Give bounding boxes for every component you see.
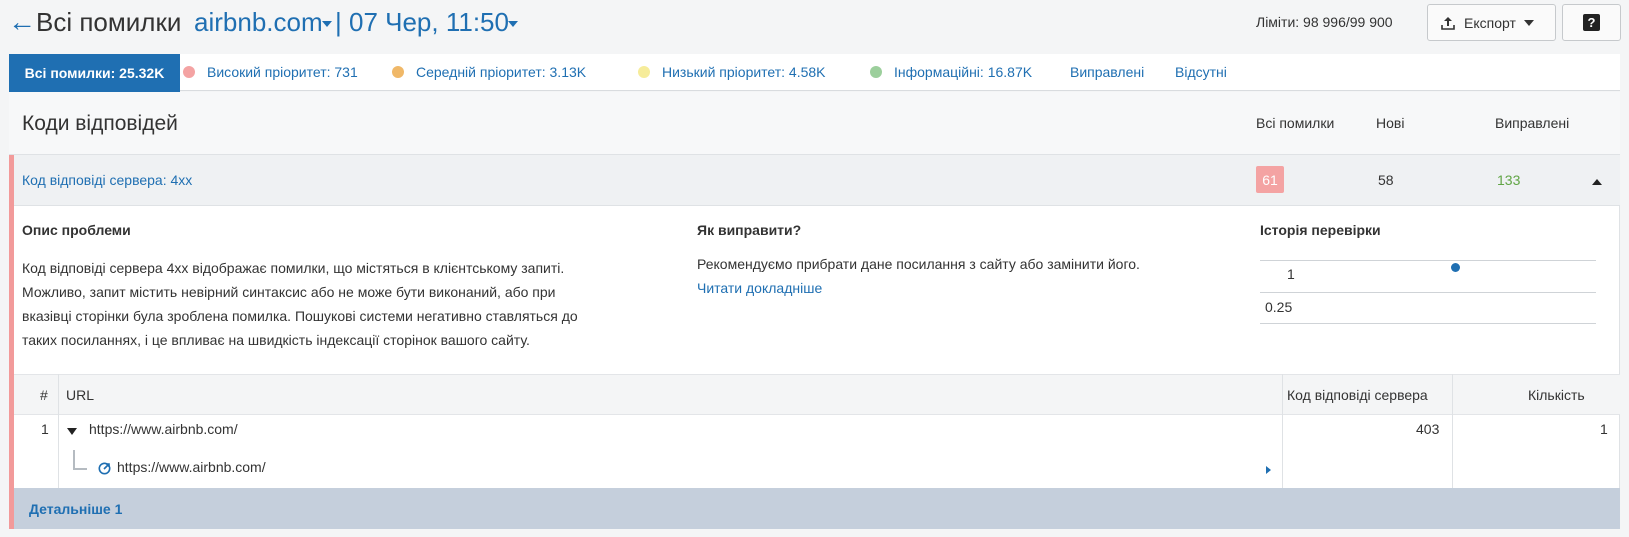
collapse-caret-icon[interactable] bbox=[1592, 179, 1602, 185]
domain-selector[interactable]: airbnb.com bbox=[194, 7, 323, 38]
expand-row-caret-icon[interactable] bbox=[67, 428, 77, 435]
description-line: таких посиланнях, і це впливає на швидкі… bbox=[22, 332, 530, 348]
col-header-fixed: Виправлені bbox=[1495, 115, 1570, 131]
high-priority-dot-icon bbox=[183, 66, 195, 78]
help-icon: ? bbox=[1583, 14, 1600, 31]
tree-connector bbox=[73, 450, 87, 470]
date-selector[interactable]: 07 Чер, 11:50 bbox=[349, 7, 509, 38]
tab-informational[interactable]: Інформаційні: 16.87K bbox=[870, 64, 1032, 80]
priority-indicator-bar bbox=[9, 155, 14, 529]
history-value: 1 bbox=[1287, 266, 1295, 282]
history-point[interactable] bbox=[1451, 263, 1460, 272]
col-header-count[interactable]: Кількість bbox=[1528, 387, 1585, 403]
upload-icon bbox=[1441, 16, 1455, 30]
details-more-link[interactable]: Детальніше 1 bbox=[29, 501, 122, 517]
history-gridline bbox=[1260, 260, 1596, 261]
row-count: 1 bbox=[1600, 421, 1608, 437]
description-line: Код відповіді сервера 4xx відображає пом… bbox=[22, 260, 565, 276]
external-link-icon[interactable] bbox=[98, 462, 111, 475]
chevron-down-icon[interactable] bbox=[322, 21, 332, 27]
description-line: вказівці сторінки була зроблена помилка.… bbox=[22, 308, 578, 324]
chevron-down-icon bbox=[1523, 19, 1534, 26]
new-count: 58 bbox=[1378, 172, 1394, 188]
col-header-new: Нові bbox=[1376, 115, 1405, 131]
tab-fixed[interactable]: Виправлені bbox=[1070, 64, 1144, 80]
tab-all-errors[interactable]: Всі помилки: 25.32K bbox=[9, 54, 180, 92]
issue-name-link[interactable]: Код відповіді сервера: 4xx bbox=[22, 172, 192, 188]
tab-label: Низький пріоритет: 4.58K bbox=[662, 64, 826, 80]
column-divider bbox=[1452, 374, 1453, 488]
tab-low-priority[interactable]: Низький пріоритет: 4.58K bbox=[638, 64, 826, 80]
page-title: Всі помилки bbox=[36, 7, 182, 37]
how-to-fix-heading: Як виправити? bbox=[697, 222, 802, 238]
info-dot-icon bbox=[870, 66, 882, 78]
read-more-link[interactable]: Читати докладніше bbox=[697, 280, 822, 296]
description-heading: Опис проблеми bbox=[22, 222, 131, 238]
chevron-down-icon[interactable] bbox=[508, 21, 518, 27]
card-title: Коди відповідей bbox=[22, 112, 178, 135]
column-divider bbox=[58, 374, 59, 488]
col-header-number: # bbox=[40, 387, 48, 403]
how-to-fix-text: Рекомендуємо прибрати дане посилання з с… bbox=[697, 256, 1140, 272]
tab-label: Інформаційні: 16.87K bbox=[894, 64, 1033, 80]
help-button[interactable]: ? bbox=[1562, 4, 1621, 41]
chevron-right-icon[interactable] bbox=[1266, 466, 1271, 474]
header-separator: | bbox=[335, 7, 342, 37]
tab-medium-priority[interactable]: Середній пріоритет: 3.13K bbox=[392, 64, 586, 80]
row-number: 1 bbox=[41, 421, 49, 437]
tab-label: Середній пріоритет: 3.13K bbox=[416, 64, 587, 80]
history-gridline bbox=[1260, 292, 1596, 293]
col-header-all: Всі помилки bbox=[1256, 115, 1335, 131]
export-button[interactable]: Експорт bbox=[1427, 4, 1556, 41]
description-line: Можливо, запит містить невірний синтакси… bbox=[22, 284, 556, 300]
history-gridline bbox=[1260, 323, 1596, 324]
all-errors-badge[interactable]: 61 bbox=[1256, 166, 1284, 193]
col-header-url[interactable]: URL bbox=[66, 387, 94, 403]
history-axis-label: 0.25 bbox=[1265, 299, 1293, 315]
medium-priority-dot-icon bbox=[392, 66, 404, 78]
column-divider bbox=[1282, 374, 1283, 488]
child-url-link[interactable]: https://www.airbnb.com/ bbox=[117, 459, 266, 475]
back-arrow-icon[interactable]: ← bbox=[8, 6, 36, 38]
history-heading: Історія перевірки bbox=[1260, 222, 1381, 238]
limits-text: Ліміти: 98 996/99 900 bbox=[1256, 14, 1393, 30]
description-text: Код відповіді сервера 4xx відображає пом… bbox=[22, 256, 662, 352]
low-priority-dot-icon bbox=[638, 66, 650, 78]
col-header-response-code[interactable]: Код відповіді сервера bbox=[1287, 387, 1428, 403]
tab-missing[interactable]: Відсутні bbox=[1175, 64, 1227, 80]
row-url-link[interactable]: https://www.airbnb.com/ bbox=[89, 421, 238, 437]
export-label: Експорт bbox=[1464, 14, 1516, 31]
details-footer[interactable] bbox=[14, 488, 1620, 529]
tab-high-priority[interactable]: Високий пріоритет: 731 bbox=[183, 64, 358, 80]
fixed-count: 133 bbox=[1497, 172, 1521, 188]
tab-label: Високий пріоритет: 731 bbox=[207, 64, 358, 80]
row-response-code: 403 bbox=[1416, 421, 1440, 437]
